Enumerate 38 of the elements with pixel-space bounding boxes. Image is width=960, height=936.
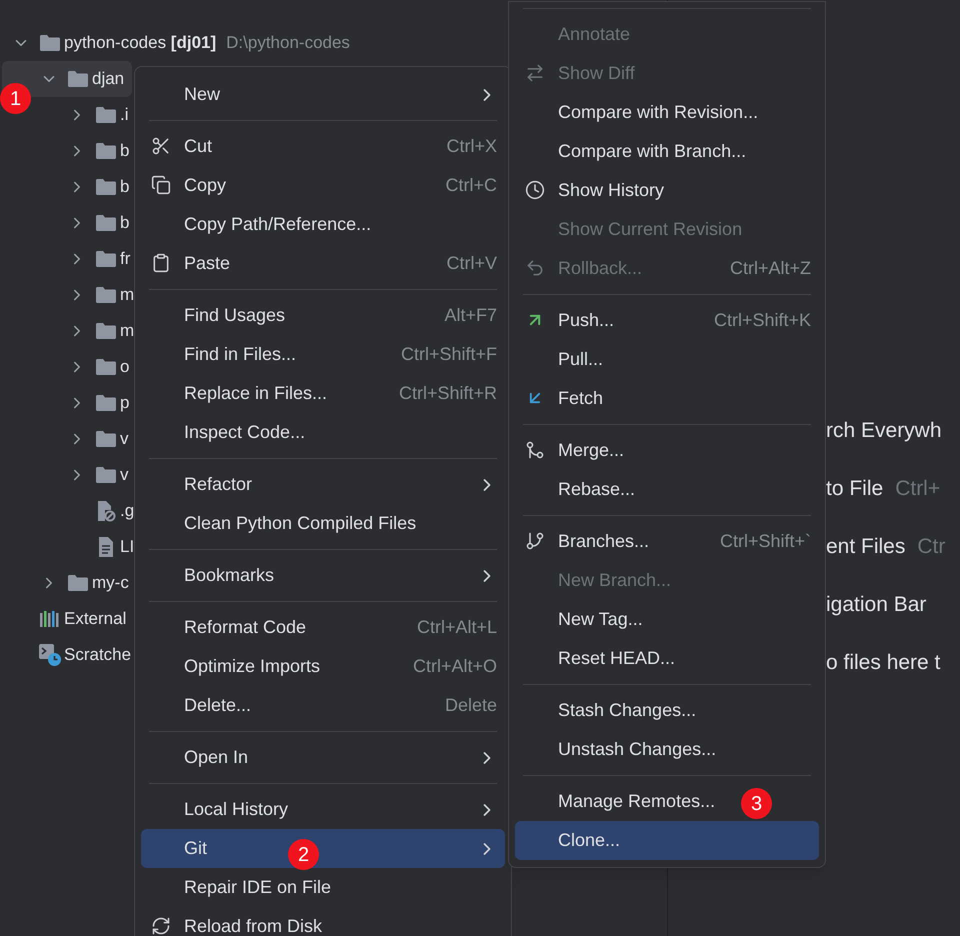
tree-label: b	[120, 176, 130, 198]
shortcut-text: Ctrl+Shift+R	[398, 382, 497, 405]
tree-label: .i	[120, 104, 128, 126]
hint-text: to File	[826, 476, 884, 502]
shortcut-text: Ctrl+Shift+`	[718, 530, 811, 553]
tree-label: python-codes [dj01]	[64, 32, 216, 54]
tree-label: m	[120, 284, 134, 306]
tree-label: p	[120, 392, 130, 414]
tree-label: fr	[120, 248, 130, 270]
tree-label: .g	[120, 500, 134, 522]
shortcut-text: Ctrl+Shift+K	[712, 309, 811, 332]
tree-label: Scratche	[64, 644, 132, 666]
shortcut-text: Ctrl+Alt+L	[416, 616, 497, 639]
hint-text: o files here t	[826, 650, 940, 676]
shortcut-text: Ctrl+X	[445, 135, 497, 158]
tree-label: v	[120, 464, 128, 486]
shortcut-text: Ctrl+Shift+F	[400, 343, 497, 366]
shortcut-text: Delete	[444, 694, 497, 717]
shortcut-text: Ctrl+V	[445, 252, 497, 275]
shortcut-text: Ctrl+Alt+O	[412, 655, 497, 678]
shortcut-text: Alt+F7	[443, 304, 497, 327]
tree-label: my-c	[92, 572, 129, 594]
shortcut-text: Ctrl+	[895, 476, 940, 502]
tree-label: b	[120, 212, 130, 234]
shortcut-text: Ctrl+C	[444, 174, 497, 197]
project-path: D:\python-codes	[226, 32, 350, 54]
shortcut-text: Ctrl+Alt+Z	[728, 257, 811, 280]
tree-label: v	[120, 428, 128, 450]
hint-text: ent Files	[826, 534, 906, 560]
tree-label: b	[120, 140, 130, 162]
tree-label: djan	[92, 68, 124, 90]
tree-label: o	[120, 356, 130, 378]
hint-text: rch Everywh	[826, 418, 942, 444]
tree-label: External	[64, 608, 126, 630]
tree-label: m	[120, 320, 134, 342]
hint-text: igation Bar	[826, 592, 926, 618]
shortcut-text: Ctr	[917, 534, 946, 560]
tree-label: LI	[120, 536, 134, 558]
